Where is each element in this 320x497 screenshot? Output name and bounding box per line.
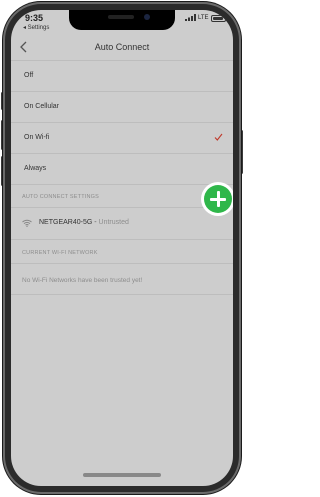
front-camera [144,14,150,20]
option-label: Always [24,165,47,172]
current-wifi-network-header: CURRENT WI-FI NETWORK [11,241,233,264]
battery-level [213,17,223,20]
network-row[interactable]: NETGEAR40-5G - Untrusted [11,207,233,240]
nav-bar: Auto Connect [11,34,233,61]
auto-connect-settings-header: AUTO CONNECT SETTINGS [11,185,233,208]
screen: 9:35 ◂ Settings LTE Auto Connect Off On … [11,10,233,486]
option-label: On Cellular [24,103,60,110]
signal-icon [185,14,196,21]
plus-horizontal [210,197,226,201]
network-trust-status: Untrusted [98,219,129,226]
check-icon [214,133,223,141]
network-name: NETGEAR40-5G [39,219,93,226]
battery-icon [211,15,226,22]
option-on-cellular[interactable]: On Cellular [11,92,233,123]
option-on-wifi[interactable]: On Wi-fi [11,123,233,154]
network-type: LTE [198,15,209,21]
network-label: NETGEAR40-5G - Untrusted [39,219,129,226]
speaker [108,15,134,19]
notch [69,10,175,30]
empty-state-message: No Wi-Fi Networks have been trusted yet! [22,277,143,284]
section-label: CURRENT WI-FI NETWORK [22,250,98,256]
status-time: 9:35 [25,13,44,23]
device: 9:35 ◂ Settings LTE Auto Connect Off On … [0,0,245,497]
home-indicator[interactable] [83,473,161,477]
add-icon [204,185,232,213]
page-title: Auto Connect [94,42,150,52]
option-off[interactable]: Off [11,61,233,92]
option-label: Off [24,72,34,79]
wifi-icon [22,219,32,227]
section-label: AUTO CONNECT SETTINGS [22,194,100,200]
add-network-button[interactable] [201,182,233,216]
back-to-app-link[interactable]: ◂ Settings [23,24,49,31]
option-label: On Wi-fi [24,134,50,141]
option-always[interactable]: Always [11,154,233,185]
